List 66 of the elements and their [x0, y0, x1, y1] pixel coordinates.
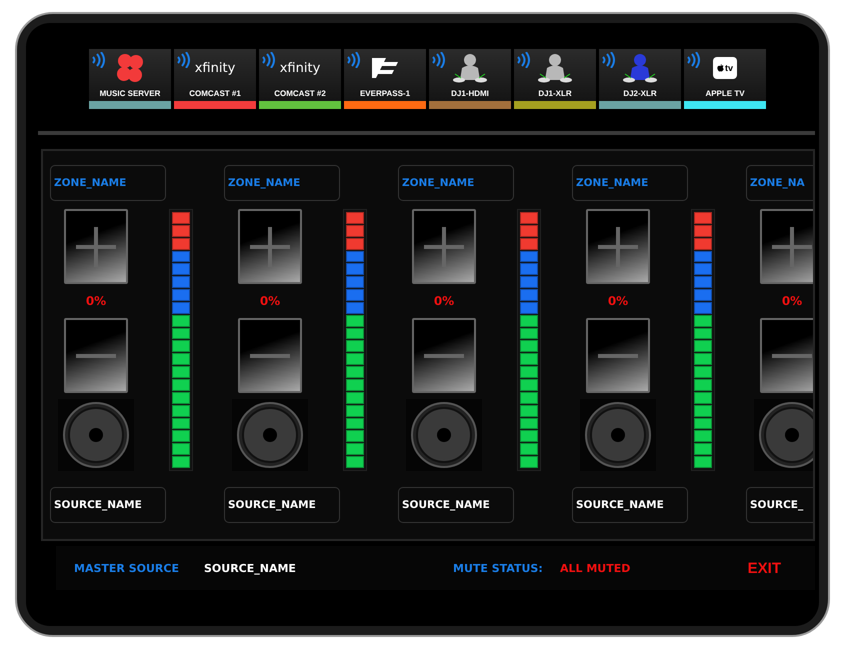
signal-icon [687, 52, 700, 68]
source-tile[interactable]: EVERPASS-1 [344, 49, 426, 109]
signal-icon [432, 52, 445, 68]
zone-source: SOURCE_NAME [50, 487, 166, 523]
volume-percent: 0% [86, 293, 106, 310]
zone-name: ZONE_NA [746, 165, 813, 201]
speaker-icon[interactable] [754, 399, 813, 471]
plus-icon [76, 226, 116, 266]
zone-name: ZONE_NAME [398, 165, 514, 201]
master-source-label: MASTER SOURCE [74, 562, 180, 574]
volume-up-button[interactable] [760, 209, 813, 284]
volume-percent: 0% [434, 293, 454, 310]
source-tile[interactable]: xfinity COMCAST #1 [174, 49, 256, 109]
minus-icon [598, 354, 638, 358]
plus-icon [598, 226, 638, 266]
volume-up-button[interactable] [586, 209, 650, 284]
source-tile[interactable]: xfinity COMCAST #2 [259, 49, 341, 109]
source-tile[interactable]: MUSIC SERVER [89, 49, 171, 109]
volume-down-button[interactable] [412, 318, 476, 393]
volume-down-button[interactable] [586, 318, 650, 393]
zone-source: SOURCE_NAME [398, 487, 514, 523]
logo-wordmark: xfinity [194, 60, 236, 76]
signal-icon [347, 52, 360, 68]
signal-icon [602, 52, 615, 68]
signal-icon [262, 52, 275, 68]
source-tile[interactable]: tv APPLE TV [684, 49, 766, 109]
zone-name: ZONE_NAME [224, 165, 340, 201]
volume-up-button[interactable] [64, 209, 128, 284]
minus-icon [76, 354, 116, 358]
volume-percent: 0% [782, 293, 802, 310]
source-tile[interactable]: DJ1-XLR [514, 49, 596, 109]
minus-icon [424, 354, 464, 358]
zone-source: SOURCE_ [746, 487, 813, 523]
speaker-icon[interactable] [58, 399, 134, 471]
speaker-icon[interactable] [406, 399, 482, 471]
zone-source: SOURCE_NAME [572, 487, 688, 523]
zone-name: ZONE_NAME [50, 165, 166, 201]
zone-name: ZONE_NAME [572, 165, 688, 201]
mute-status-value: ALL MUTED [560, 562, 630, 574]
speaker-icon[interactable] [580, 399, 656, 471]
volume-down-button[interactable] [238, 318, 302, 393]
mute-status-label: MUTE STATUS: [453, 562, 544, 574]
minus-icon [772, 354, 812, 358]
source-tile[interactable]: DJ1-HDMI [429, 49, 511, 109]
volume-percent: 0% [608, 293, 628, 310]
flower-logo-icon [114, 53, 146, 83]
exit-button[interactable]: EXIT [748, 560, 781, 576]
signal-icon [177, 52, 190, 68]
flag-logo-icon [370, 56, 400, 80]
speaker-icon[interactable] [232, 399, 308, 471]
volume-down-button[interactable] [760, 318, 813, 393]
plus-icon [250, 226, 290, 266]
volume-up-button[interactable] [412, 209, 476, 284]
apple-tv-logo: tv [713, 57, 737, 79]
minus-icon [250, 354, 290, 358]
master-source-value: SOURCE_NAME [204, 562, 297, 574]
plus-icon [424, 226, 464, 266]
signal-icon [517, 52, 530, 68]
volume-down-button[interactable] [64, 318, 128, 393]
volume-up-button[interactable] [238, 209, 302, 284]
source-tile[interactable]: DJ2-XLR [599, 49, 681, 109]
volume-percent: 0% [260, 293, 280, 310]
signal-icon [92, 52, 105, 68]
plus-icon [772, 226, 812, 266]
zone-source: SOURCE_NAME [224, 487, 340, 523]
logo-wordmark: xfinity [280, 60, 320, 76]
